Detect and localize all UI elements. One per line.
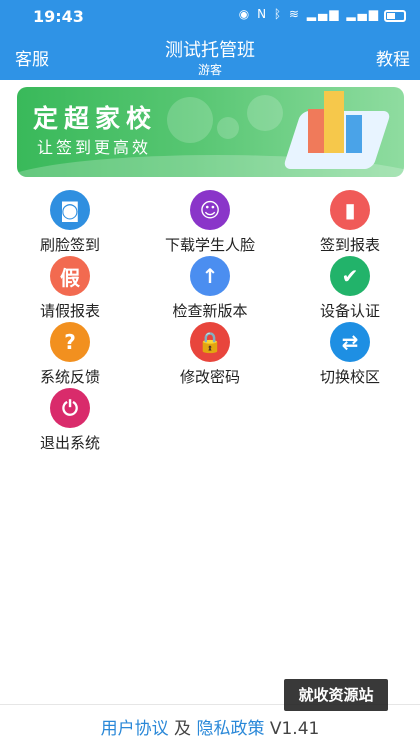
signal-4g-icon: ▂▄▆ bbox=[306, 7, 341, 21]
footer-and: 及 bbox=[174, 719, 192, 739]
tutorial-button[interactable]: 教程 bbox=[376, 45, 410, 70]
app-header: 客服 测试托管班 游客 教程 bbox=[0, 33, 420, 80]
signal-4g-icon: ▂▄▆ bbox=[346, 7, 380, 21]
privacy-policy-link[interactable]: 隐私政策 bbox=[196, 719, 264, 739]
menu-leave-report[interactable]: 假 请假报表 bbox=[0, 252, 140, 320]
bluetooth-icon: ᛒ bbox=[273, 7, 284, 21]
wifi-icon: ≋ bbox=[288, 7, 301, 21]
user-download-icon: ☺ bbox=[190, 190, 230, 230]
menu-check-update[interactable]: ↑ 检查新版本 bbox=[140, 252, 280, 320]
menu-checkin-report[interactable]: ▮ 签到报表 bbox=[280, 186, 420, 254]
banner-title: 定超家校 bbox=[33, 104, 158, 133]
menu-change-password[interactable]: 🔒 修改密码 bbox=[140, 318, 280, 386]
feedback-question-icon: ? bbox=[50, 322, 90, 362]
menu-face-checkin[interactable]: ◙ 刷脸签到 bbox=[0, 186, 140, 254]
device-verify-icon: ✔ bbox=[330, 256, 370, 296]
menu-label: 修改密码 bbox=[179, 368, 240, 386]
building-illustration bbox=[324, 91, 344, 153]
menu-switch-campus[interactable]: ⇄ 切换校区 bbox=[280, 318, 420, 386]
report-chart-icon: ▮ bbox=[330, 190, 370, 230]
switch-icon: ⇄ bbox=[330, 322, 370, 362]
leave-icon: 假 bbox=[50, 256, 90, 296]
promo-banner[interactable]: 定超家校 让签到更高效 bbox=[17, 87, 404, 177]
menu-label: 退出系统 bbox=[39, 434, 100, 452]
face-scan-icon: ◙ bbox=[50, 190, 90, 230]
menu-device-auth[interactable]: ✔ 设备认证 bbox=[280, 252, 420, 320]
power-icon: ⏻ bbox=[50, 388, 90, 428]
nfc-icon: N bbox=[257, 7, 269, 21]
battery-icon bbox=[384, 10, 406, 22]
footer: 用户协议 及 隐私政策 V1.41 bbox=[0, 714, 420, 739]
app-version: V1.41 bbox=[269, 719, 320, 739]
decor-bubble bbox=[217, 117, 239, 139]
user-agreement-link[interactable]: 用户协议 bbox=[101, 719, 169, 739]
building-illustration bbox=[346, 115, 362, 153]
menu-label: 切换校区 bbox=[319, 368, 380, 386]
eye-icon: ◉ bbox=[238, 7, 252, 21]
menu-download-faces[interactable]: ☺ 下载学生人脸 bbox=[140, 186, 280, 254]
user-role: 游客 bbox=[197, 63, 222, 77]
menu-feedback[interactable]: ? 系统反馈 bbox=[0, 318, 140, 386]
watermark: 就收资源站 bbox=[284, 679, 388, 711]
decor-bubble bbox=[247, 95, 283, 131]
building-illustration bbox=[308, 109, 324, 153]
page-title: 测试托管班 bbox=[165, 40, 255, 61]
upgrade-arrow-icon: ↑ bbox=[190, 256, 230, 296]
decor-bubble bbox=[167, 97, 213, 143]
status-bar: 19:43 ◉ N ᛒ ≋ ▂▄▆ ▂▄▆ bbox=[0, 0, 420, 33]
status-icons: ◉ N ᛒ ≋ ▂▄▆ ▂▄▆ bbox=[239, 7, 380, 21]
status-time: 19:43 bbox=[33, 7, 84, 26]
menu-logout[interactable]: ⏻ 退出系统 bbox=[0, 384, 140, 452]
lock-icon: 🔒 bbox=[190, 322, 230, 362]
banner-subtitle: 让签到更高效 bbox=[37, 138, 152, 157]
